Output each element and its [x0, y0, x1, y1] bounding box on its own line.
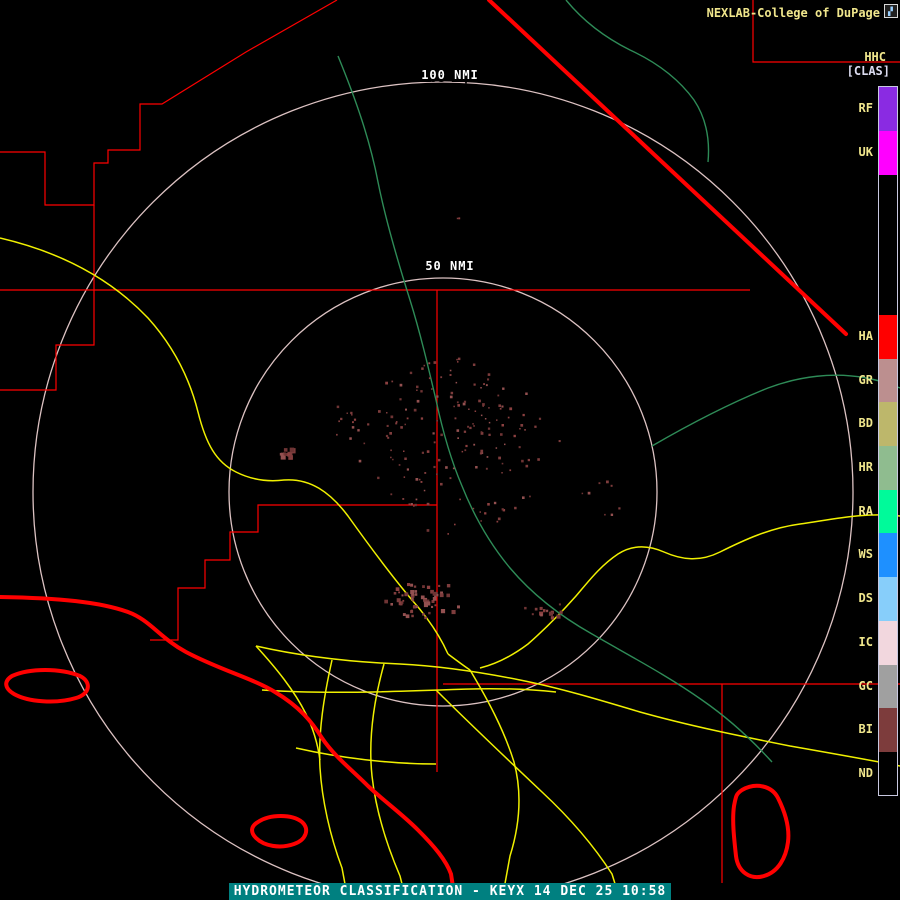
- legend-label-HA: HA: [859, 314, 873, 358]
- brand-text: NEXLAB-College of DuPage: [707, 6, 880, 20]
- legend-swatch-HA: [879, 315, 897, 359]
- range-label-50nmi: 50 NMI: [425, 259, 474, 273]
- island-outline: [6, 670, 88, 701]
- legend-swatch-BI: [879, 708, 897, 752]
- legend-label-WS: WS: [859, 532, 873, 576]
- state-border-line: [489, 0, 846, 334]
- legend-swatch-DS: [879, 577, 897, 621]
- legend-label-UK: UK: [859, 130, 873, 174]
- legend-swatch-GR: [879, 359, 897, 402]
- legend-color-bar: [878, 86, 898, 796]
- product-mode-label: [CLAS]: [847, 64, 890, 78]
- legend-swatch-gap: [879, 175, 897, 315]
- legend-label-gap: [859, 174, 873, 314]
- range-ring-100nmi: [33, 82, 853, 900]
- legend-label-RF: RF: [859, 86, 873, 130]
- legend-swatch-IC: [879, 621, 897, 665]
- legend-swatch-UK: [879, 131, 897, 175]
- legend-swatch-ND: [879, 752, 897, 795]
- legend-swatch-HR: [879, 446, 897, 490]
- legend-label-ND: ND: [859, 751, 873, 794]
- legend-labels: RFUK HAGRBDHRRAWSDSICGCBIND: [859, 86, 873, 796]
- legend-swatch-BD: [879, 402, 897, 446]
- radar-display: 50 NMI 100 NMI NEXLAB-College of DuPage …: [0, 0, 900, 900]
- state-border-and-coastline: [0, 0, 846, 900]
- range-label-100nmi: 100 NMI: [421, 68, 479, 82]
- legend: RFUK HAGRBDHRRAWSDSICGCBIND: [859, 86, 898, 796]
- cod-logo-icon: ▞: [884, 4, 898, 18]
- map-canvas[interactable]: 50 NMI 100 NMI: [0, 0, 900, 900]
- range-ring-50nmi: [229, 278, 657, 706]
- island-outline: [733, 786, 788, 877]
- legend-swatch-RA: [879, 490, 897, 533]
- legend-swatch-GC: [879, 665, 897, 708]
- legend-label-RA: RA: [859, 489, 873, 532]
- range-rings: [33, 82, 853, 900]
- status-bar: HYDROMETEOR CLASSIFICATION - KEYX 14 DEC…: [0, 883, 900, 900]
- rivers: [338, 0, 900, 762]
- island-outline: [252, 816, 306, 846]
- product-title-text: HYDROMETEOR CLASSIFICATION - KEYX 14 DEC…: [229, 883, 672, 900]
- legend-label-IC: IC: [859, 620, 873, 664]
- legend-label-HR: HR: [859, 445, 873, 489]
- coastline: [0, 597, 455, 900]
- legend-label-GR: GR: [859, 358, 873, 401]
- legend-label-GC: GC: [859, 664, 873, 707]
- county-boundaries: [0, 0, 900, 900]
- highways: [0, 238, 900, 900]
- legend-label-DS: DS: [859, 576, 873, 620]
- product-code-label: HHC: [864, 50, 886, 64]
- legend-swatch-WS: [879, 533, 897, 577]
- legend-label-BD: BD: [859, 401, 873, 445]
- legend-swatch-RF: [879, 87, 897, 131]
- legend-label-BI: BI: [859, 707, 873, 751]
